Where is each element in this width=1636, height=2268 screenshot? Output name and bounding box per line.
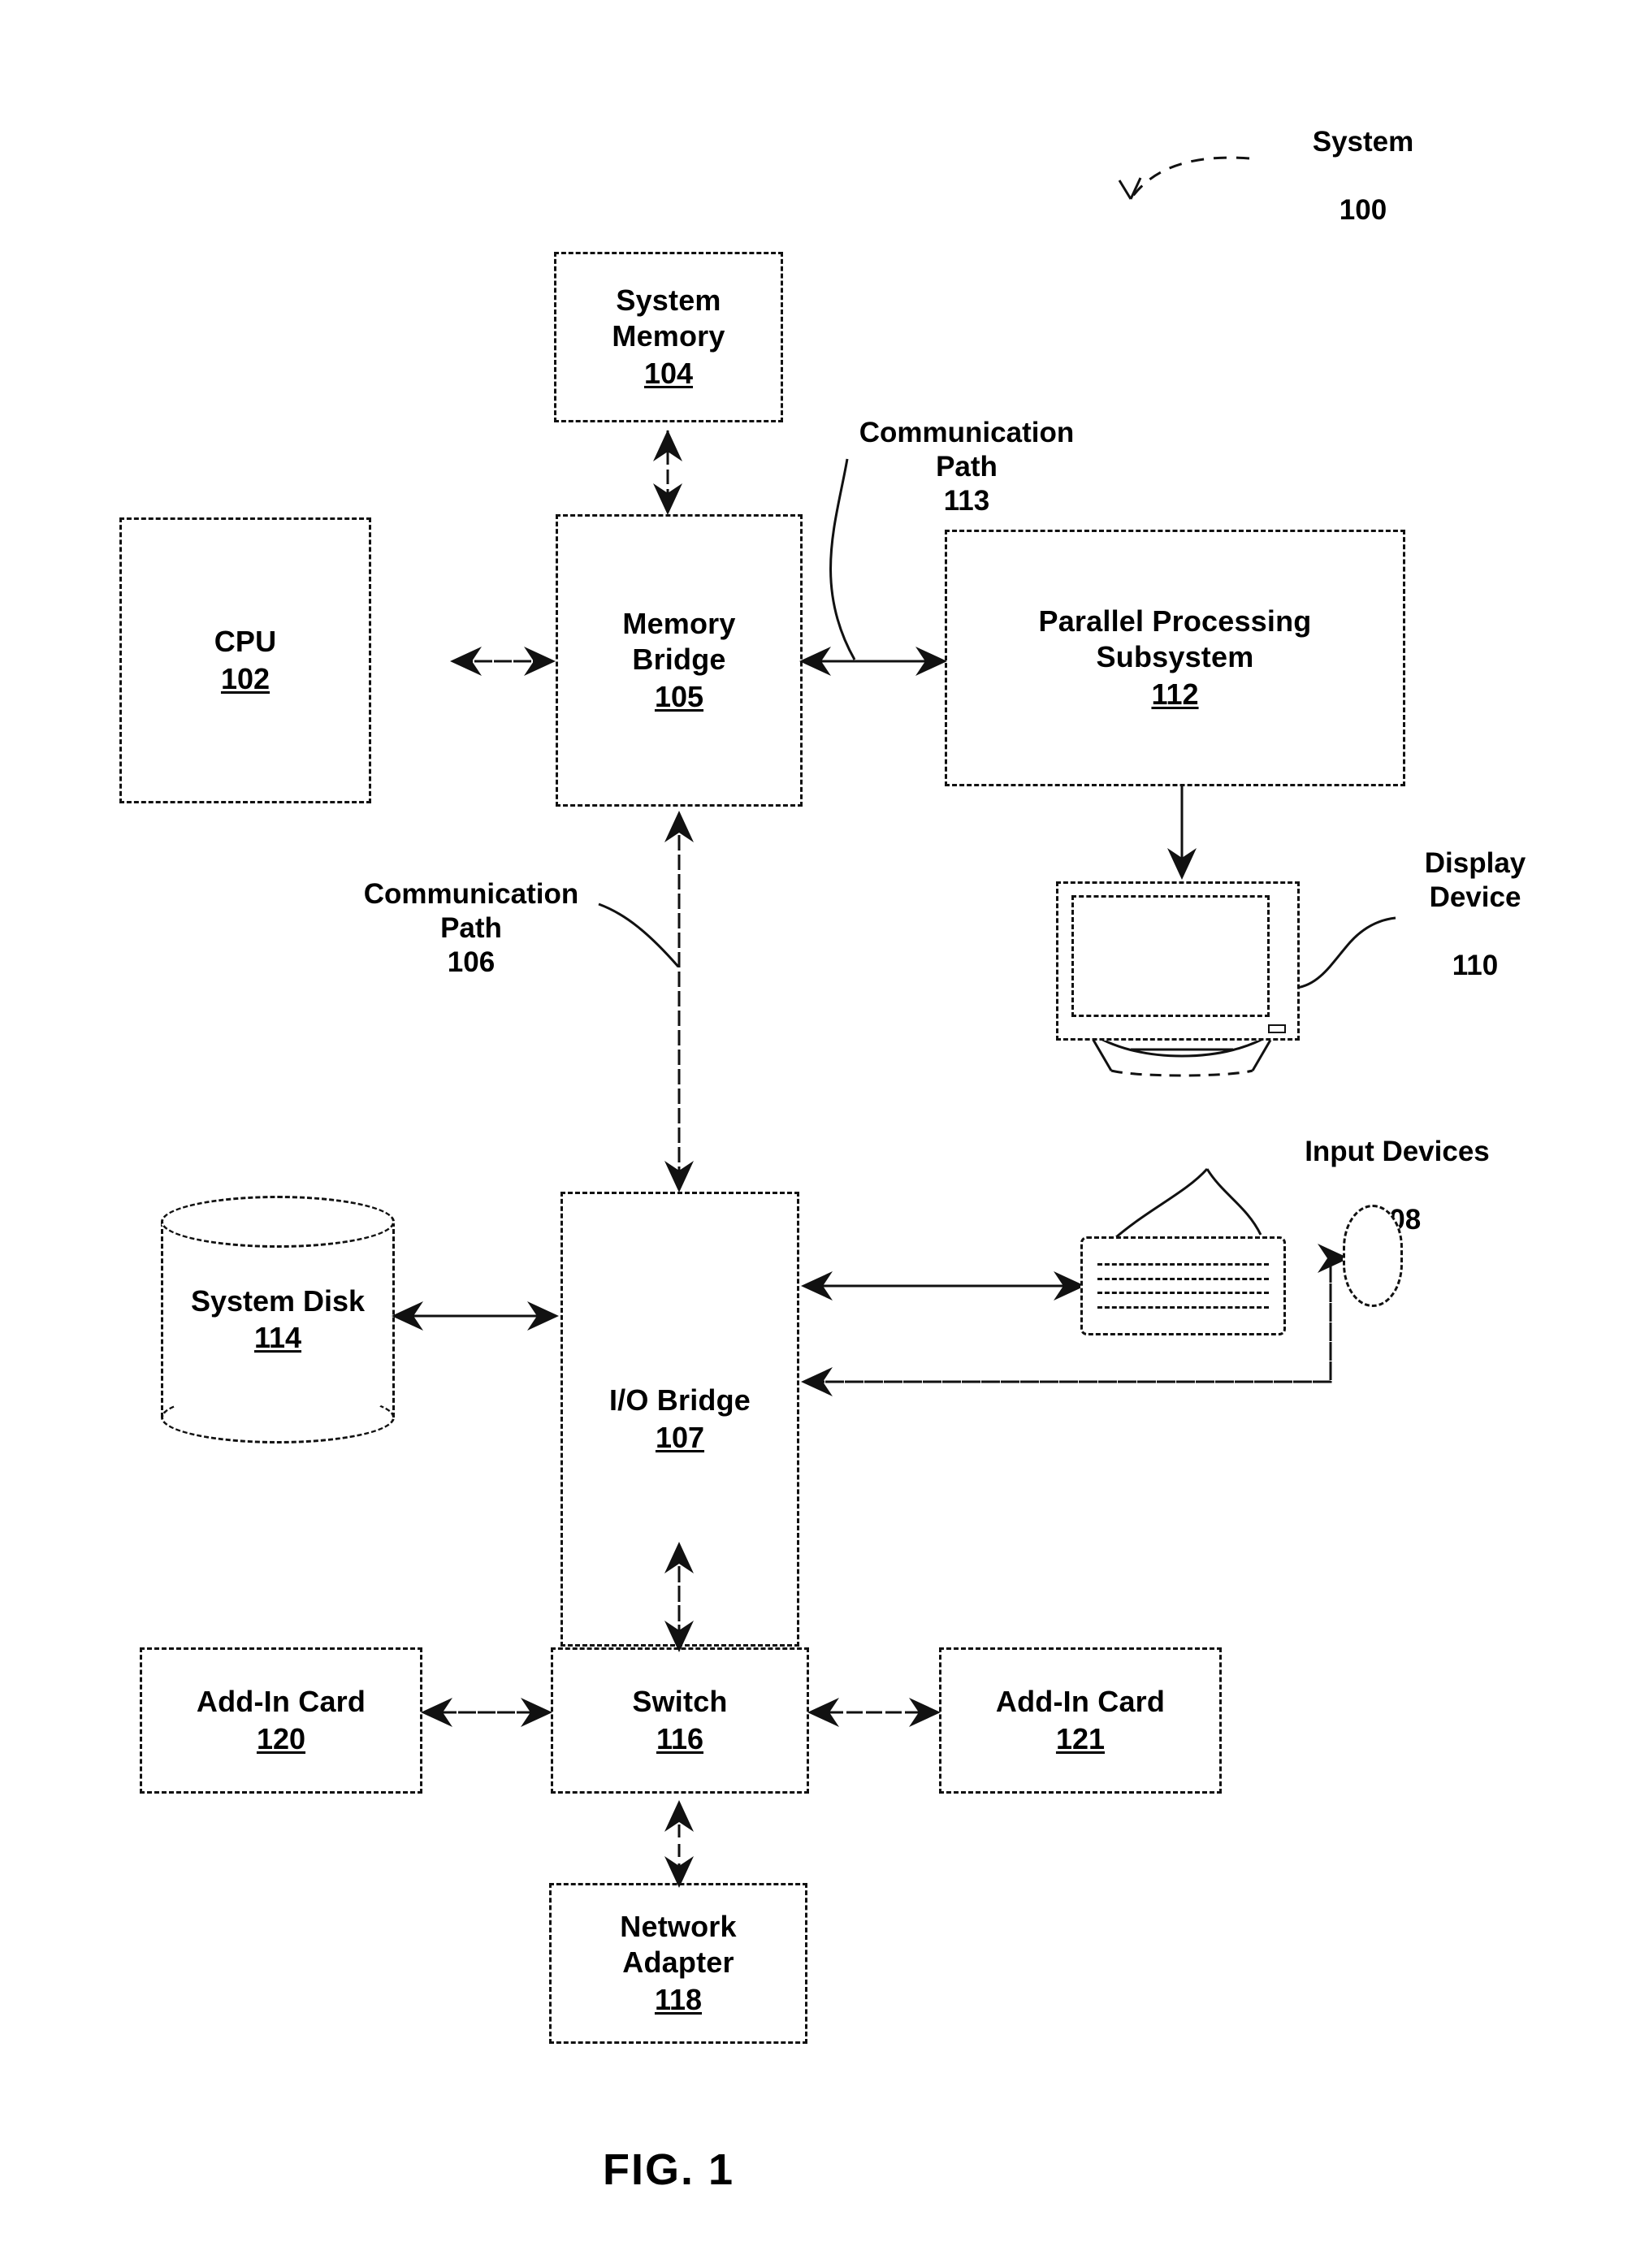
leader-input-devices-keyboard bbox=[1108, 1167, 1209, 1244]
keyboard-icon bbox=[1080, 1236, 1286, 1335]
comm-path-106-title: Communication Path bbox=[363, 878, 579, 944]
node-memory-bridge[interactable]: Memory Bridge 105 bbox=[556, 514, 803, 807]
annotation-communication-path-113: Communication Path 113 bbox=[812, 382, 1121, 518]
add-in-card-121-title: Add-In Card bbox=[995, 1685, 1166, 1719]
annotation-display-device: Display Device 110 bbox=[1353, 812, 1597, 983]
system-memory-title: System Memory bbox=[612, 284, 725, 353]
node-add-in-card-120[interactable]: Add-In Card 120 bbox=[140, 1647, 422, 1794]
node-system-disk[interactable]: System Disk 114 bbox=[161, 1196, 395, 1443]
system-disk-title: System Disk bbox=[190, 1283, 366, 1318]
system-disk-bottom-cap bbox=[161, 1392, 395, 1443]
keyboard-key-row bbox=[1097, 1305, 1269, 1309]
annotation-communication-path-106: Communication Path 106 bbox=[325, 843, 617, 980]
monitor-case bbox=[1056, 881, 1300, 1041]
node-io-bridge[interactable]: I/O Bridge 107 bbox=[560, 1192, 799, 1647]
system-disk-label: System Disk 114 bbox=[161, 1283, 395, 1357]
network-adapter-title: Network Adapter bbox=[620, 1910, 737, 1980]
system-number: 100 bbox=[1339, 194, 1387, 226]
display-device-number: 110 bbox=[1452, 950, 1499, 981]
io-bridge-number: 107 bbox=[655, 1421, 705, 1454]
display-device-title: Display Device bbox=[1424, 847, 1526, 913]
add-in-card-121-number: 121 bbox=[1055, 1722, 1106, 1755]
cpu-number: 102 bbox=[220, 662, 271, 695]
node-parallel-processing-subsystem[interactable]: Parallel Processing Subsystem 112 bbox=[945, 530, 1405, 786]
system-title-annotation: System 100 bbox=[1257, 91, 1469, 227]
add-in-card-120-title: Add-In Card bbox=[196, 1685, 366, 1719]
leader-system-100 bbox=[1129, 156, 1250, 200]
pps-title: Parallel Processing Subsystem bbox=[1038, 604, 1312, 674]
comm-path-106-number: 106 bbox=[447, 946, 496, 978]
figure-caption: FIG. 1 bbox=[603, 2145, 735, 2194]
system-memory-number: 104 bbox=[643, 356, 694, 390]
node-switch[interactable]: Switch 116 bbox=[551, 1647, 809, 1794]
switch-title: Switch bbox=[632, 1685, 728, 1719]
memory-bridge-number: 105 bbox=[654, 679, 704, 713]
node-system-memory[interactable]: System Memory 104 bbox=[554, 252, 783, 422]
pps-number: 112 bbox=[1151, 677, 1199, 711]
add-in-card-120-number: 120 bbox=[256, 1722, 306, 1755]
system-label: System bbox=[1312, 126, 1414, 158]
keyboard-key-row bbox=[1097, 1263, 1269, 1266]
switch-number: 116 bbox=[656, 1722, 704, 1755]
system-disk-number: 114 bbox=[253, 1321, 302, 1355]
mouse-icon bbox=[1343, 1205, 1403, 1307]
comm-path-113-number: 113 bbox=[943, 485, 990, 517]
keyboard-key-row bbox=[1097, 1277, 1269, 1280]
monitor-screen bbox=[1071, 895, 1270, 1017]
node-cpu[interactable]: CPU 102 bbox=[119, 517, 371, 803]
system-disk-top-cap bbox=[161, 1196, 395, 1248]
node-add-in-card-121[interactable]: Add-In Card 121 bbox=[939, 1647, 1222, 1794]
monitor-power-led-icon bbox=[1268, 1024, 1286, 1033]
mouse-shell bbox=[1343, 1205, 1403, 1307]
leader-system-100-tip bbox=[1118, 177, 1142, 200]
node-network-adapter[interactable]: Network Adapter 118 bbox=[549, 1883, 807, 2044]
comm-path-113-title: Communication Path bbox=[859, 417, 1075, 483]
memory-bridge-title: Memory Bridge bbox=[622, 607, 736, 677]
figure-page: System 100 System Memory 104 CPU 102 Mem… bbox=[0, 0, 1636, 2268]
network-adapter-number: 118 bbox=[654, 1982, 703, 2016]
cpu-title: CPU bbox=[214, 625, 277, 659]
keyboard-key-row bbox=[1097, 1292, 1269, 1295]
monitor-icon bbox=[1056, 881, 1300, 1093]
io-bridge-title: I/O Bridge bbox=[608, 1383, 751, 1418]
input-devices-title: Input Devices bbox=[1305, 1136, 1490, 1167]
